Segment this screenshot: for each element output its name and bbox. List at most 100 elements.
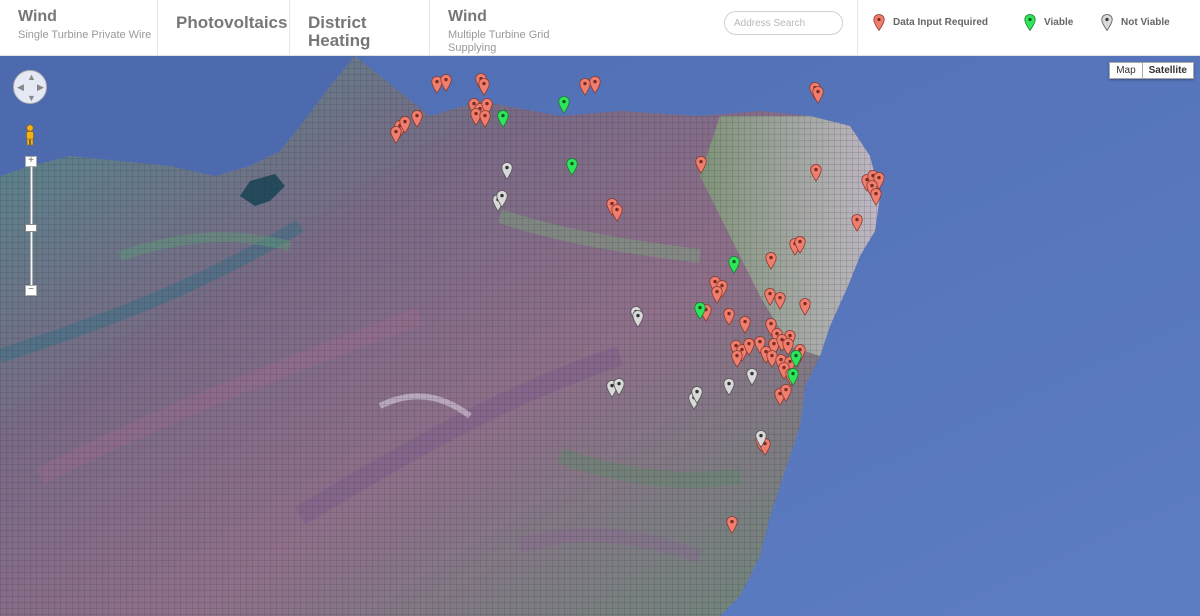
pan-up-icon[interactable]: ▲ xyxy=(27,73,36,82)
map-pin-red-icon xyxy=(726,516,738,534)
zoom-out-button[interactable]: − xyxy=(25,285,37,296)
map-canvas[interactable]: Map Satellite ▲ ▼ ◀ ▶ + − xyxy=(0,56,1200,616)
tab-photovoltaics[interactable]: Photovoltaics xyxy=(158,0,290,55)
site-marker[interactable] xyxy=(501,162,513,180)
map-pin-green-icon xyxy=(558,96,570,114)
map-pin-red-icon xyxy=(711,286,723,304)
map-pin-green-icon xyxy=(497,110,509,128)
map-pin-green-icon xyxy=(790,350,802,368)
top-navigation: Wind Single Turbine Private Wire Photovo… xyxy=(0,0,1200,56)
site-marker[interactable] xyxy=(739,316,751,334)
tab-title: District Heating xyxy=(308,13,371,50)
site-marker[interactable] xyxy=(399,116,411,134)
map-pin-grey-icon xyxy=(691,386,703,404)
map-pin-red-icon xyxy=(810,164,822,182)
map-pin-green-icon xyxy=(1024,13,1036,31)
street-view-pegman-icon[interactable] xyxy=(22,124,38,146)
legend-label: Not Viable xyxy=(1121,16,1170,28)
map-pin-grey-icon xyxy=(755,430,767,448)
site-marker[interactable] xyxy=(794,236,806,254)
pan-down-icon[interactable]: ▼ xyxy=(27,94,36,103)
site-markers xyxy=(0,56,1200,616)
zoom-slider-handle[interactable] xyxy=(25,224,37,232)
map-pin-red-icon xyxy=(731,350,743,368)
map-pin-red-icon xyxy=(774,292,786,310)
map-pin-green-icon xyxy=(787,368,799,386)
site-marker[interactable] xyxy=(695,156,707,174)
site-marker[interactable] xyxy=(723,308,735,326)
site-marker[interactable] xyxy=(611,204,623,222)
pan-left-icon[interactable]: ◀ xyxy=(17,83,24,92)
header-divider xyxy=(857,0,858,55)
legend-label: Data Input Required xyxy=(893,16,989,28)
site-marker[interactable] xyxy=(799,298,811,316)
map-pin-red-icon xyxy=(851,214,863,232)
site-marker[interactable] xyxy=(711,286,723,304)
site-marker[interactable] xyxy=(774,292,786,310)
site-marker[interactable] xyxy=(589,76,601,94)
site-marker[interactable] xyxy=(496,190,508,208)
site-marker[interactable] xyxy=(726,516,738,534)
map-pin-red-icon xyxy=(411,110,423,128)
site-marker[interactable] xyxy=(787,368,799,386)
site-marker[interactable] xyxy=(694,302,706,320)
map-pin-red-icon xyxy=(589,76,601,94)
site-marker[interactable] xyxy=(755,430,767,448)
map-pin-red-icon xyxy=(873,13,885,31)
site-marker[interactable] xyxy=(812,86,824,104)
site-marker[interactable] xyxy=(497,110,509,128)
site-marker[interactable] xyxy=(728,256,740,274)
site-marker[interactable] xyxy=(411,110,423,128)
site-marker[interactable] xyxy=(440,74,452,92)
site-marker[interactable] xyxy=(790,350,802,368)
map-pin-grey-icon xyxy=(613,378,625,396)
map-pin-red-icon xyxy=(739,316,751,334)
map-pin-grey-icon xyxy=(723,378,735,396)
map-pin-grey-icon xyxy=(746,368,758,386)
legend-viable: Viable xyxy=(1024,12,1073,32)
site-marker[interactable] xyxy=(851,214,863,232)
map-pin-red-icon xyxy=(440,74,452,92)
map-pin-red-icon xyxy=(794,236,806,254)
site-marker[interactable] xyxy=(558,96,570,114)
site-marker[interactable] xyxy=(870,188,882,206)
zoom-in-button[interactable]: + xyxy=(25,156,37,167)
map-type-map-button[interactable]: Map xyxy=(1109,62,1143,79)
map-pin-red-icon xyxy=(611,204,623,222)
site-marker[interactable] xyxy=(723,378,735,396)
map-pin-red-icon xyxy=(478,78,490,96)
tab-title: Wind xyxy=(448,8,487,25)
map-pin-red-icon xyxy=(695,156,707,174)
pan-control[interactable]: ▲ ▼ ◀ ▶ xyxy=(13,70,47,104)
map-pin-grey-icon xyxy=(501,162,513,180)
tab-wind-multiple-turbine[interactable]: Wind Multiple Turbine Grid Supplying xyxy=(430,0,592,55)
site-marker[interactable] xyxy=(780,384,792,402)
legend-label: Viable xyxy=(1044,16,1074,28)
map-pin-red-icon xyxy=(723,308,735,326)
site-marker[interactable] xyxy=(478,78,490,96)
map-pin-red-icon xyxy=(812,86,824,104)
site-marker[interactable] xyxy=(691,386,703,404)
tab-wind-single-turbine[interactable]: Wind Single Turbine Private Wire xyxy=(0,0,158,55)
map-type-satellite-button[interactable]: Satellite xyxy=(1142,62,1194,79)
pan-right-icon[interactable]: ▶ xyxy=(37,83,44,92)
site-marker[interactable] xyxy=(613,378,625,396)
tab-title: Wind xyxy=(18,8,57,25)
site-marker[interactable] xyxy=(566,158,578,176)
map-pin-grey-icon xyxy=(632,310,644,328)
site-marker[interactable] xyxy=(746,368,758,386)
tab-title: Photovoltaics xyxy=(176,13,288,32)
map-pin-red-icon xyxy=(780,384,792,402)
map-pin-red-icon xyxy=(799,298,811,316)
tab-district-heating[interactable]: District Heating xyxy=(290,0,430,55)
site-marker[interactable] xyxy=(731,350,743,368)
site-marker[interactable] xyxy=(479,110,491,128)
site-marker[interactable] xyxy=(810,164,822,182)
map-pin-grey-icon xyxy=(496,190,508,208)
map-pin-green-icon xyxy=(566,158,578,176)
address-search-input[interactable] xyxy=(724,11,843,35)
map-pin-green-icon xyxy=(694,302,706,320)
site-marker[interactable] xyxy=(632,310,644,328)
site-marker[interactable] xyxy=(765,252,777,270)
tab-subtitle: Multiple Turbine Grid Supplying xyxy=(448,29,550,54)
